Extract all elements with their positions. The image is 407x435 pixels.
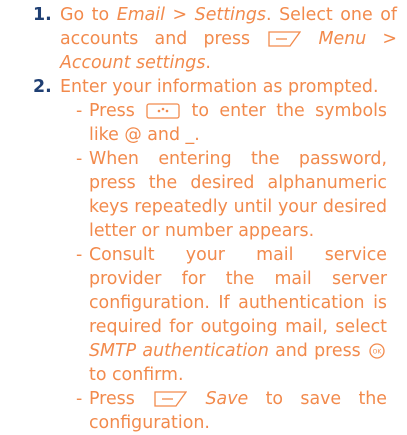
text-run: Press	[89, 101, 146, 121]
left-softkey-icon	[153, 391, 188, 407]
bullet-save: - Press Save to save the configuration.	[0, 387, 407, 435]
bullet-symbols: - Press to enter the symbols like @ and _…	[0, 99, 407, 147]
text-run: and press	[268, 341, 367, 361]
bullet-item: - Press to enter the symbols like @ and _…	[76, 99, 397, 147]
text-run: .	[205, 53, 211, 73]
ok-key-icon: OK	[368, 343, 386, 359]
bullet-item: - When entering the password, press the d…	[76, 147, 397, 243]
step-1: 1. Go to Email > Settings. Select one of…	[0, 3, 407, 75]
step-text: Enter your information as prompted.	[60, 77, 379, 97]
softkey-label: Save	[205, 389, 249, 409]
instructions: 1. Go to Email > Settings. Select one of…	[0, 3, 407, 435]
symbol-key-icon	[146, 103, 180, 119]
step-number: 2.	[33, 77, 52, 97]
bullet-dash: -	[76, 101, 83, 121]
bullet-dash: -	[76, 389, 83, 409]
bullet-password: - When entering the password, press the d…	[0, 147, 407, 243]
text-run: Consult your mail service provider for t…	[89, 245, 387, 337]
text-run: When entering the password, press the de…	[89, 149, 387, 241]
text-run: to confirm.	[89, 365, 184, 385]
bullet-item: - Consult your mail service provider for …	[76, 243, 397, 387]
step-number: 1.	[33, 5, 52, 25]
text-run: Press	[89, 389, 153, 409]
bullet-server-config: - Consult your mail service provider for …	[0, 243, 407, 387]
bullet-dash: -	[76, 149, 83, 169]
step-2: 2. Enter your information as prompted.	[0, 75, 407, 99]
svg-text:OK: OK	[373, 349, 383, 356]
option-name: SMTP authentication	[89, 341, 269, 361]
step-text: Go to Email > Settings. Select one of ac…	[60, 3, 397, 75]
bullet-dash: -	[76, 245, 83, 265]
menu-path: Email > Settings	[116, 5, 266, 25]
text-run: Go to	[60, 5, 117, 25]
bullet-item: - Press Save to save the configuration.	[76, 387, 397, 435]
left-softkey-icon	[267, 31, 302, 47]
